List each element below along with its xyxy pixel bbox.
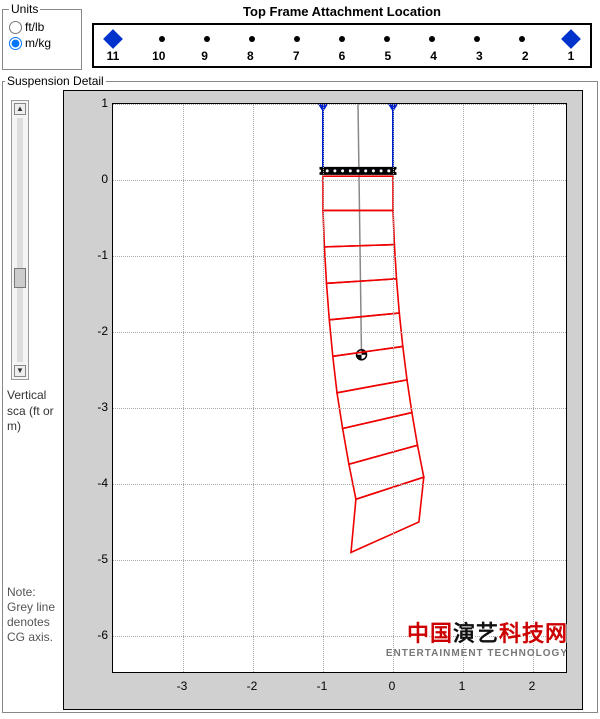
x-tick: 1 (459, 679, 466, 693)
attachment-label: 6 (335, 49, 349, 63)
units-option-mkg[interactable]: m/kg (9, 36, 75, 50)
slider-up-button[interactable]: ▲ (14, 103, 26, 115)
attachment-slot-10[interactable] (159, 36, 165, 42)
attachment-label: 11 (106, 49, 120, 63)
y-tick: -1 (80, 248, 108, 262)
x-tick: -1 (317, 679, 328, 693)
y-tick: -2 (80, 324, 108, 338)
attachment-title: Top Frame Attachment Location (86, 2, 598, 23)
units-radio-ftlb[interactable] (9, 21, 22, 34)
cg-note: Note: Grey line denotes CG axis. (7, 585, 61, 645)
x-tick: -2 (247, 679, 258, 693)
attachment-slot-4[interactable] (429, 36, 435, 42)
attachment-slot-7[interactable] (294, 36, 300, 42)
attachment-label: 10 (152, 49, 166, 63)
attachment-label: 2 (518, 49, 532, 63)
attachment-label: 8 (243, 49, 257, 63)
attachment-label: 7 (289, 49, 303, 63)
units-legend: Units (9, 2, 40, 16)
y-axis-label: Vertical sca (ft or m) (7, 388, 61, 435)
vertical-scale-panel: ▲ ▼ Vertical sca (ft or m) Note: Grey li… (5, 90, 63, 710)
attachment-label: 4 (427, 49, 441, 63)
plot-area (112, 103, 567, 673)
plot-svg (113, 104, 568, 674)
attachment-label: 9 (198, 49, 212, 63)
attachment-label: 3 (472, 49, 486, 63)
y-tick: 1 (80, 96, 108, 110)
y-tick: 0 (80, 172, 108, 186)
suspension-detail-group: Suspension Detail ▲ ▼ Vertical sca (ft o… (2, 74, 598, 713)
y-tick: -6 (80, 628, 108, 642)
attachment-slot-3[interactable] (474, 36, 480, 42)
units-option-ftlb[interactable]: ft/lb (9, 20, 75, 34)
attachment-slot-9[interactable] (204, 36, 210, 42)
slider-track[interactable] (17, 118, 23, 362)
vertical-scale-slider[interactable]: ▲ ▼ (11, 100, 29, 380)
attachment-slot-6[interactable] (339, 36, 345, 42)
x-tick: 2 (529, 679, 536, 693)
suspension-detail-legend: Suspension Detail (5, 74, 106, 88)
attachment-panel: Top Frame Attachment Location 11 10 9 8 7 6 5 4… (86, 2, 598, 70)
attachment-slot-2[interactable] (519, 36, 525, 42)
attachment-label: 1 (564, 49, 578, 63)
x-tick: -3 (177, 679, 188, 693)
attachment-slot-8[interactable] (249, 36, 255, 42)
slider-down-button[interactable]: ▼ (14, 365, 26, 377)
units-radio-mkg[interactable] (9, 37, 22, 50)
suspension-plot: 中国演艺科技网 ENTERTAINMENT TECHNOLOGY 10-1-2-… (63, 90, 583, 710)
slider-thumb[interactable] (14, 268, 26, 288)
x-tick: 0 (389, 679, 396, 693)
y-tick: -4 (80, 476, 108, 490)
units-group: Units ft/lb m/kg (2, 2, 82, 70)
y-tick: -3 (80, 400, 108, 414)
attachment-slot-5[interactable] (384, 36, 390, 42)
attachment-box: 11 10 9 8 7 6 5 4 3 2 1 (92, 23, 592, 68)
attachment-label: 5 (381, 49, 395, 63)
y-tick: -5 (80, 552, 108, 566)
